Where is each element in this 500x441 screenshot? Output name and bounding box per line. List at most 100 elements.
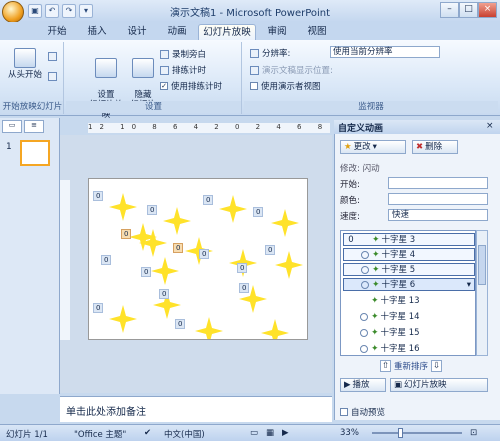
star-icon: ✦ [372, 234, 380, 245]
animation-tag: 0 [237, 263, 248, 273]
zoom-level[interactable]: 33% [340, 428, 359, 438]
tab-view[interactable]: 视图 [300, 24, 334, 40]
tab-animation[interactable]: 动画 [160, 24, 194, 40]
view-slideshow-icon[interactable]: ▶ [282, 428, 289, 438]
tab-slideshow[interactable]: 幻灯片放映 [198, 24, 256, 40]
animation-list: 0 ✦ 十字星 3 ✦ 十字星 4 ✦ 十字星 5 ✦ 十字星 6 ▾ ✦ 十字… [340, 230, 476, 356]
clock-icon [360, 312, 368, 321]
spellcheck-icon[interactable]: ✔ [144, 428, 151, 438]
list-item[interactable]: ✦ 十字星 6 ▾ [343, 278, 475, 291]
four-point-star-shape[interactable] [195, 317, 223, 340]
from-start-button[interactable]: 从头开始 [6, 48, 44, 80]
four-point-star-shape[interactable] [261, 319, 289, 340]
list-item[interactable]: ✦ 十字星 16 [343, 342, 475, 355]
speed-dropdown[interactable]: 快速 [388, 209, 488, 221]
from-current-icon[interactable] [48, 52, 57, 61]
rehearse-timings-button[interactable]: 排练计时 [160, 64, 206, 76]
star-icon: ✦ [372, 264, 380, 275]
notes-pane[interactable]: 单击此处添加备注 [60, 396, 332, 422]
animation-tag: 0 [93, 303, 104, 313]
resolution-dropdown[interactable]: 使用当前分辨率 [330, 46, 440, 58]
hide-slide-icon [132, 58, 154, 78]
fit-window-icon[interactable]: ⊡ [470, 428, 477, 438]
play-button[interactable]: ▶ 播放 [340, 378, 386, 392]
tab-slides[interactable]: ▭ [2, 120, 22, 133]
customize-qat-icon[interactable]: ▾ [79, 3, 93, 18]
four-point-star-shape[interactable] [109, 193, 137, 221]
office-button[interactable] [2, 1, 24, 23]
zoom-slider[interactable] [372, 432, 462, 434]
list-item[interactable]: ✦ 十字星 4 [343, 248, 475, 261]
animation-tag: 0 [173, 243, 184, 253]
undo-icon[interactable]: ↶ [45, 3, 59, 18]
status-bar: 幻灯片 1/1 "Office 主题" ✔ 中文(中国) ▭ ▦ ▶ 33% ⊡ [0, 424, 500, 441]
clock-icon [361, 280, 369, 289]
list-item[interactable]: ✦ 十字星 15 [343, 326, 475, 339]
list-item[interactable]: ✦ 十字星 14 [343, 310, 475, 323]
star-add-icon: ★ [344, 142, 352, 152]
close-icon[interactable]: × [478, 2, 497, 18]
custom-show-icon[interactable] [48, 72, 57, 81]
star-icon: ✦ [371, 295, 379, 306]
animation-tag: 0 [199, 249, 210, 259]
move-up-icon[interactable]: ⇧ [380, 360, 391, 372]
slides-panel-tabs: ▭ ≡ [2, 120, 58, 134]
four-point-star-shape[interactable] [151, 257, 179, 285]
group-label: 监视器 [244, 101, 498, 113]
display-icon [250, 65, 259, 75]
slide-canvas[interactable]: 0 0 0 0 0 0 0 0 0 0 0 0 0 0 0 [88, 178, 308, 340]
four-point-star-shape[interactable] [275, 251, 303, 279]
slideshow-button[interactable]: ▣ 幻灯片放映 [390, 378, 488, 392]
tab-outline[interactable]: ≡ [24, 120, 44, 133]
ribbon-tabs: 开始 插入 设计 动画 幻灯片放映 审阅 视图 [0, 22, 500, 40]
four-point-star-shape[interactable] [109, 305, 137, 333]
chevron-down-icon[interactable]: ▾ [467, 279, 471, 291]
record-narration-button[interactable]: 录制旁白 [160, 48, 206, 60]
view-sorter-icon[interactable]: ▦ [266, 428, 274, 438]
move-down-icon[interactable]: ⇩ [431, 360, 443, 372]
group-setup: 设置 幻灯片放映 隐藏 幻灯片 录制旁白 排练计时 ✓ 使用排练计时 设置 [66, 42, 242, 120]
clock-icon [360, 328, 368, 337]
star-icon: ✦ [371, 327, 379, 338]
slideshow-icon: ▣ [394, 380, 403, 390]
monitor-icon [250, 48, 259, 58]
tab-review[interactable]: 审阅 [260, 24, 294, 40]
window-title: 演示文稿1 - Microsoft PowerPoint [169, 8, 331, 19]
view-normal-icon[interactable]: ▭ [250, 428, 258, 438]
tab-design[interactable]: 设计 [120, 24, 154, 40]
tab-insert[interactable]: 插入 [80, 24, 114, 40]
list-item[interactable]: ✦ 十字星 13 [343, 294, 475, 307]
redo-icon[interactable]: ↷ [62, 3, 76, 18]
animation-list-scrollbar[interactable] [476, 230, 488, 356]
maximize-icon[interactable]: □ [459, 2, 478, 18]
star-icon: ✦ [371, 311, 379, 322]
list-item[interactable]: ✦ 十字星 5 [343, 263, 475, 276]
color-dropdown[interactable] [388, 193, 488, 205]
group-monitors: 分辨率: 使用当前分辨率 演示文稿显示位置: 使用演示者视图 监视器 [244, 42, 498, 114]
start-dropdown[interactable] [388, 177, 488, 189]
reorder-row: ⇧ 重新排序 ⇩ [380, 360, 443, 372]
remove-effect-button[interactable]: ✖ 删除 [412, 140, 458, 154]
list-item[interactable]: 0 ✦ 十字星 3 [343, 233, 475, 246]
four-point-star-shape[interactable] [271, 209, 299, 237]
minimize-icon[interactable]: – [440, 2, 459, 18]
scroll-thumb[interactable] [478, 245, 486, 285]
use-timings-checkbox[interactable]: ✓ 使用排练计时 [160, 80, 222, 92]
autopreview-checkbox[interactable]: 自动预览 [340, 406, 385, 418]
four-point-star-shape[interactable] [219, 195, 247, 223]
presenter-view-checkbox[interactable]: 使用演示者视图 [250, 80, 321, 92]
zoom-slider-thumb[interactable] [398, 428, 403, 438]
save-icon[interactable]: ▣ [28, 3, 42, 18]
language[interactable]: 中文(中国) [164, 428, 205, 440]
four-point-star-shape[interactable] [163, 207, 191, 235]
star-icon: ✦ [371, 343, 379, 354]
change-effect-button[interactable]: ★ 更改 ▾ [340, 140, 406, 154]
four-point-star-shape[interactable] [129, 223, 157, 251]
speed-label: 速度: [340, 212, 360, 222]
slide-thumbnail[interactable] [20, 140, 50, 166]
tab-home[interactable]: 开始 [40, 24, 74, 40]
close-icon[interactable]: × [486, 121, 494, 131]
resolution-row: 分辨率: [250, 47, 290, 59]
task-pane-title: 自定义动画 [334, 120, 500, 134]
animation-tag: 0 [175, 319, 186, 329]
